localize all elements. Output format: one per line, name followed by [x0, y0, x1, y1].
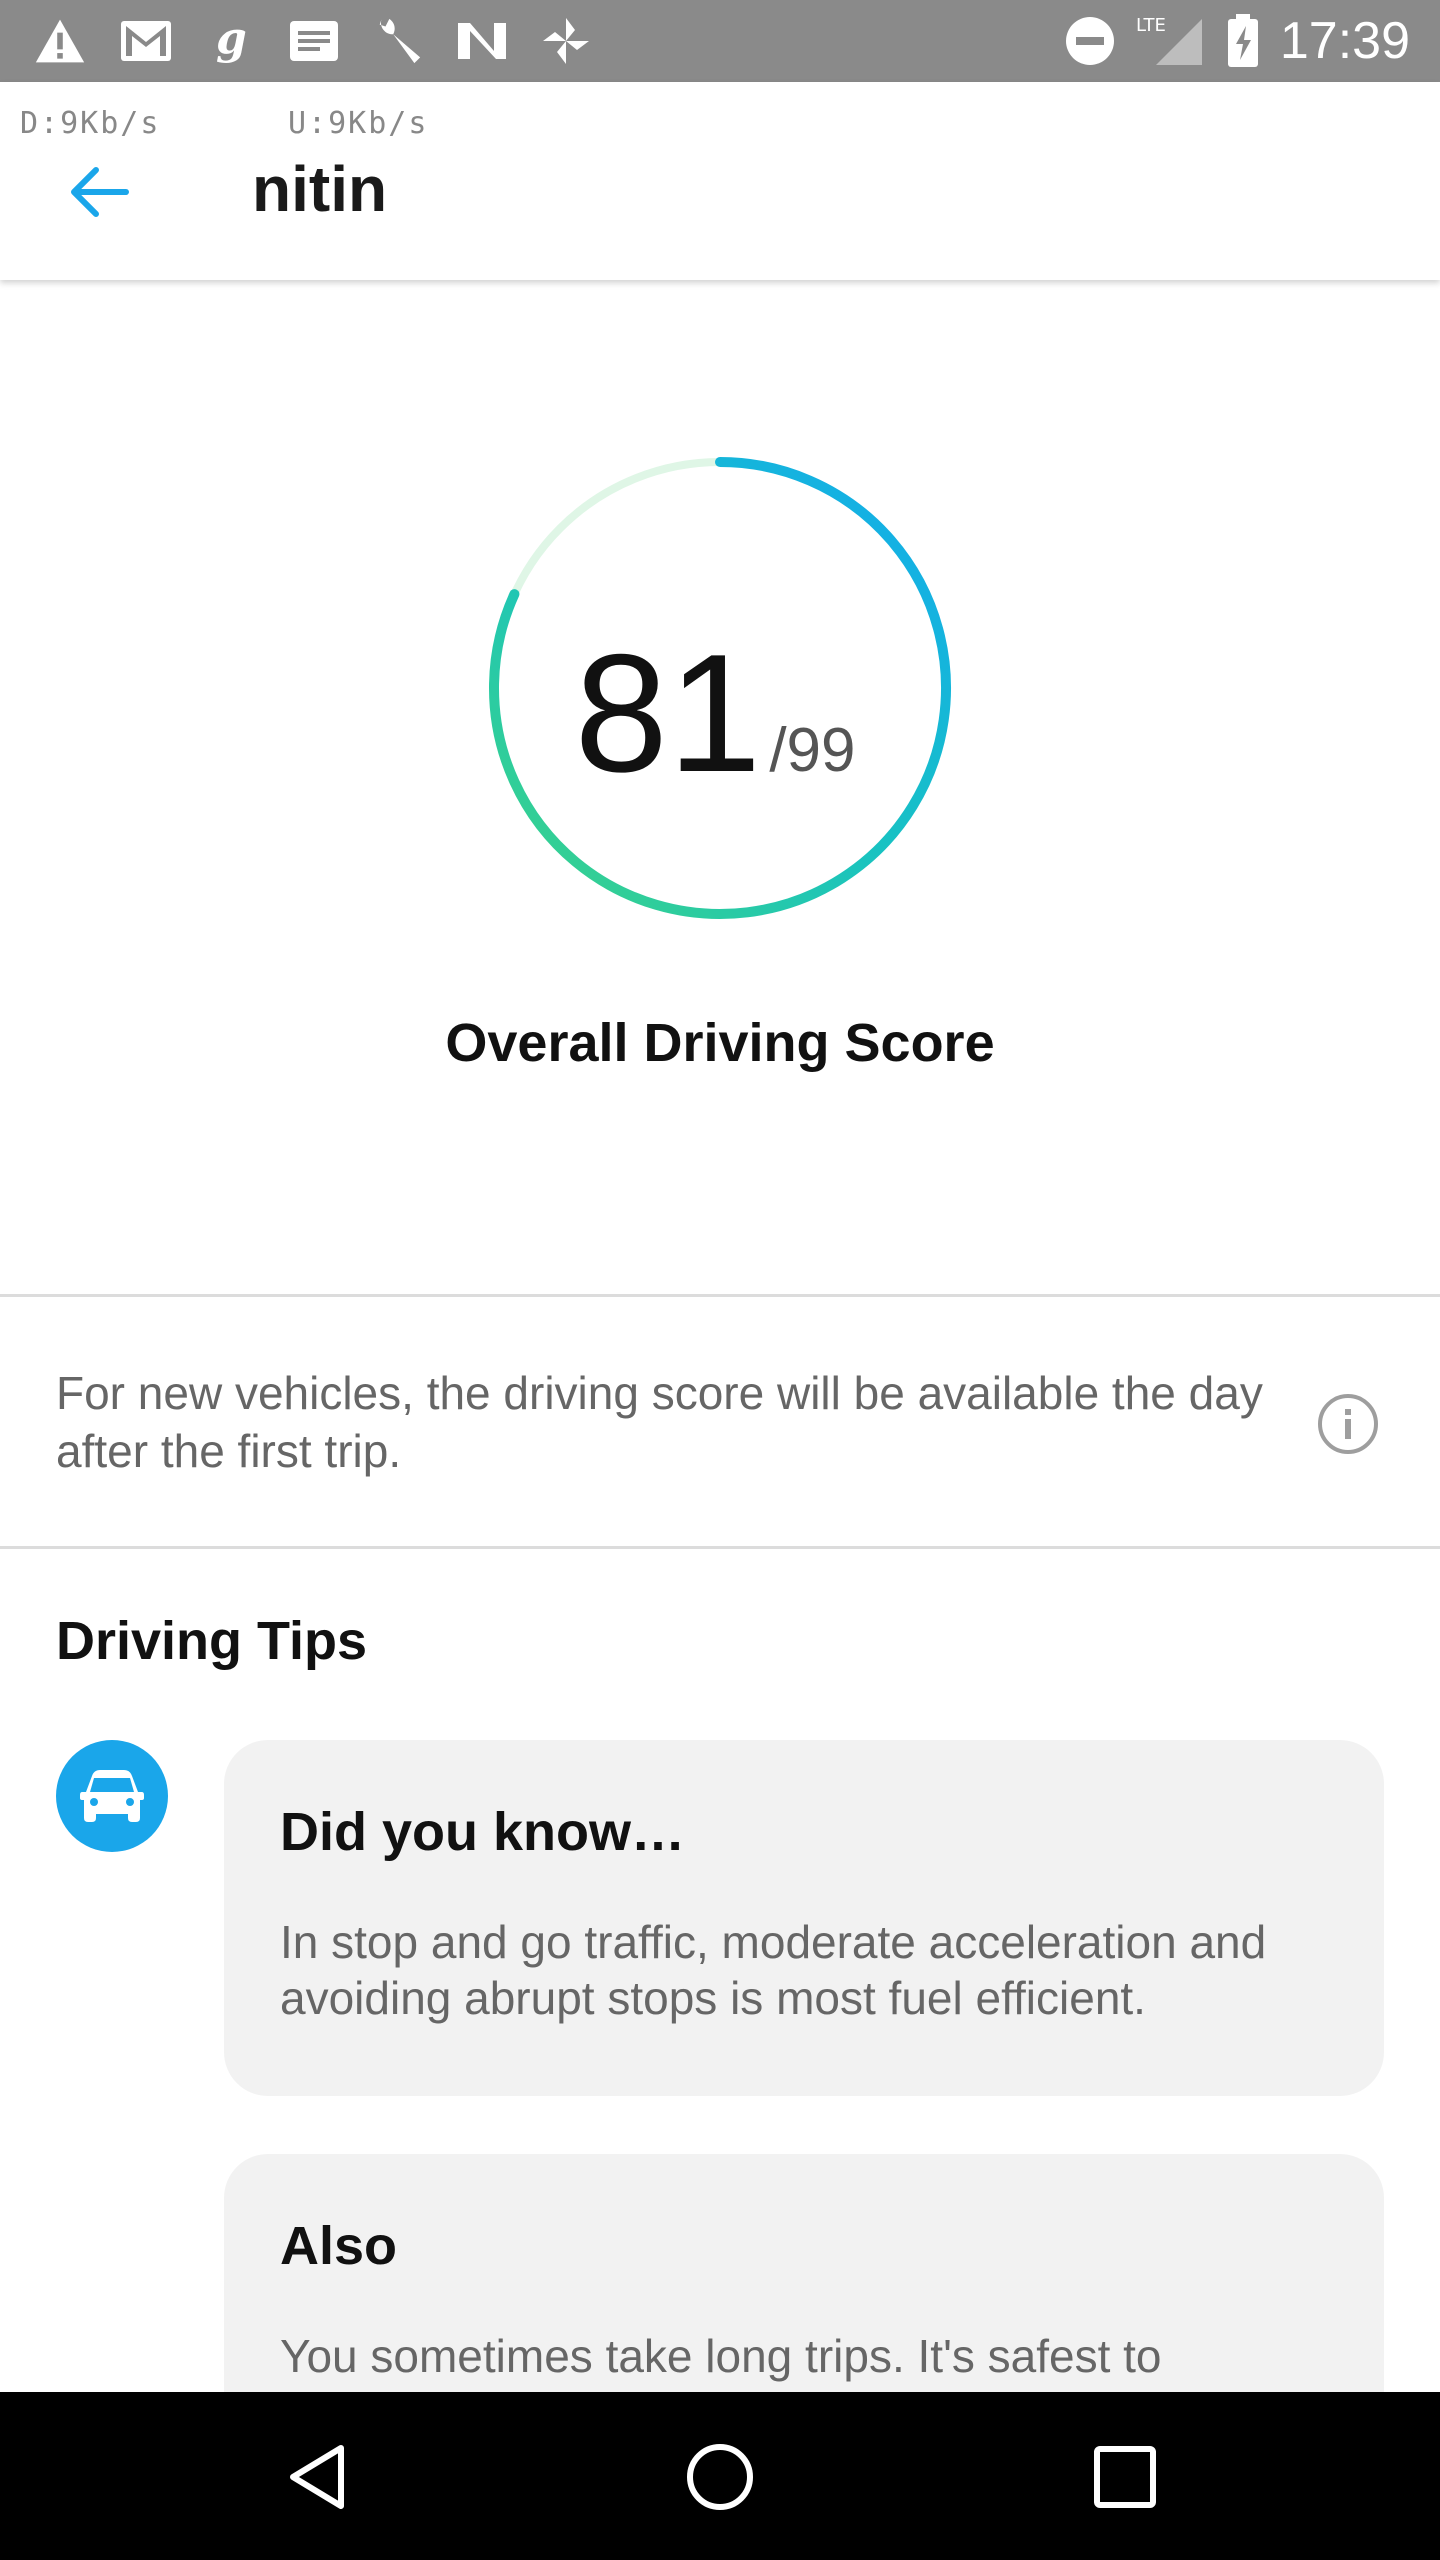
info-message: For new vehicles, the driving score will… — [56, 1367, 1263, 1477]
score-max: /99 — [769, 716, 856, 785]
warning-icon — [34, 18, 86, 64]
tip-title: Did you know… — [280, 1802, 685, 1862]
divider — [0, 1546, 1440, 1549]
svg-text:g: g — [216, 17, 247, 64]
tip-body: In stop and go traffic, moderate acceler… — [280, 1916, 1267, 2024]
info-button[interactable] — [1314, 1390, 1382, 1458]
battery-icon — [1220, 14, 1266, 67]
tip-body: You sometimes take long trips. It's safe… — [280, 2330, 1162, 2382]
message-icon — [288, 18, 340, 64]
nav-home-button[interactable] — [665, 2422, 775, 2532]
app-bar: D:9Kb/s U:9Kb/s nitin — [0, 82, 1440, 280]
net-speed-down: D:9Kb/s — [20, 106, 161, 141]
clock: 17:39 — [1279, 12, 1410, 70]
tip-card[interactable]: Did you know… In stop and go traffic, mo… — [224, 1740, 1384, 2096]
nav-recents-button[interactable] — [1070, 2422, 1180, 2532]
nav-back-button[interactable] — [262, 2422, 372, 2532]
car-avatar — [56, 1740, 168, 1852]
lte-label: LTE — [1136, 15, 1166, 36]
back-button[interactable] — [48, 142, 148, 242]
do-not-disturb-icon — [1064, 17, 1116, 65]
page-title: nitin — [252, 153, 388, 225]
arrow-back-icon — [71, 167, 129, 217]
nav-home-icon — [687, 2444, 753, 2510]
n-app-icon — [456, 18, 508, 64]
car-icon — [80, 1770, 144, 1822]
wrench-icon — [372, 18, 424, 64]
driving-tips-heading: Driving Tips — [56, 1611, 368, 1671]
status-bar: g LTE 17:39 — [0, 0, 1440, 82]
pinwheel-icon — [540, 18, 592, 64]
score-number: 81 — [574, 619, 762, 807]
score-label: Overall Driving Score — [445, 1013, 995, 1073]
navigation-bar — [0, 2392, 1440, 2560]
divider — [0, 1294, 1440, 1297]
score-value: 81/99 — [0, 608, 1440, 818]
gmail-icon — [120, 18, 172, 64]
nav-back-icon — [290, 2445, 344, 2509]
signal-icon: LTE — [1136, 15, 1206, 65]
score-section: 81/99 Overall Driving Score — [0, 280, 1440, 1294]
info-icon — [1318, 1394, 1378, 1454]
nav-recents-icon — [1094, 2446, 1156, 2508]
net-speed-up: U:9Kb/s — [288, 106, 429, 141]
tip-title: Also — [280, 2216, 398, 2276]
g-app-icon: g — [206, 17, 258, 64]
